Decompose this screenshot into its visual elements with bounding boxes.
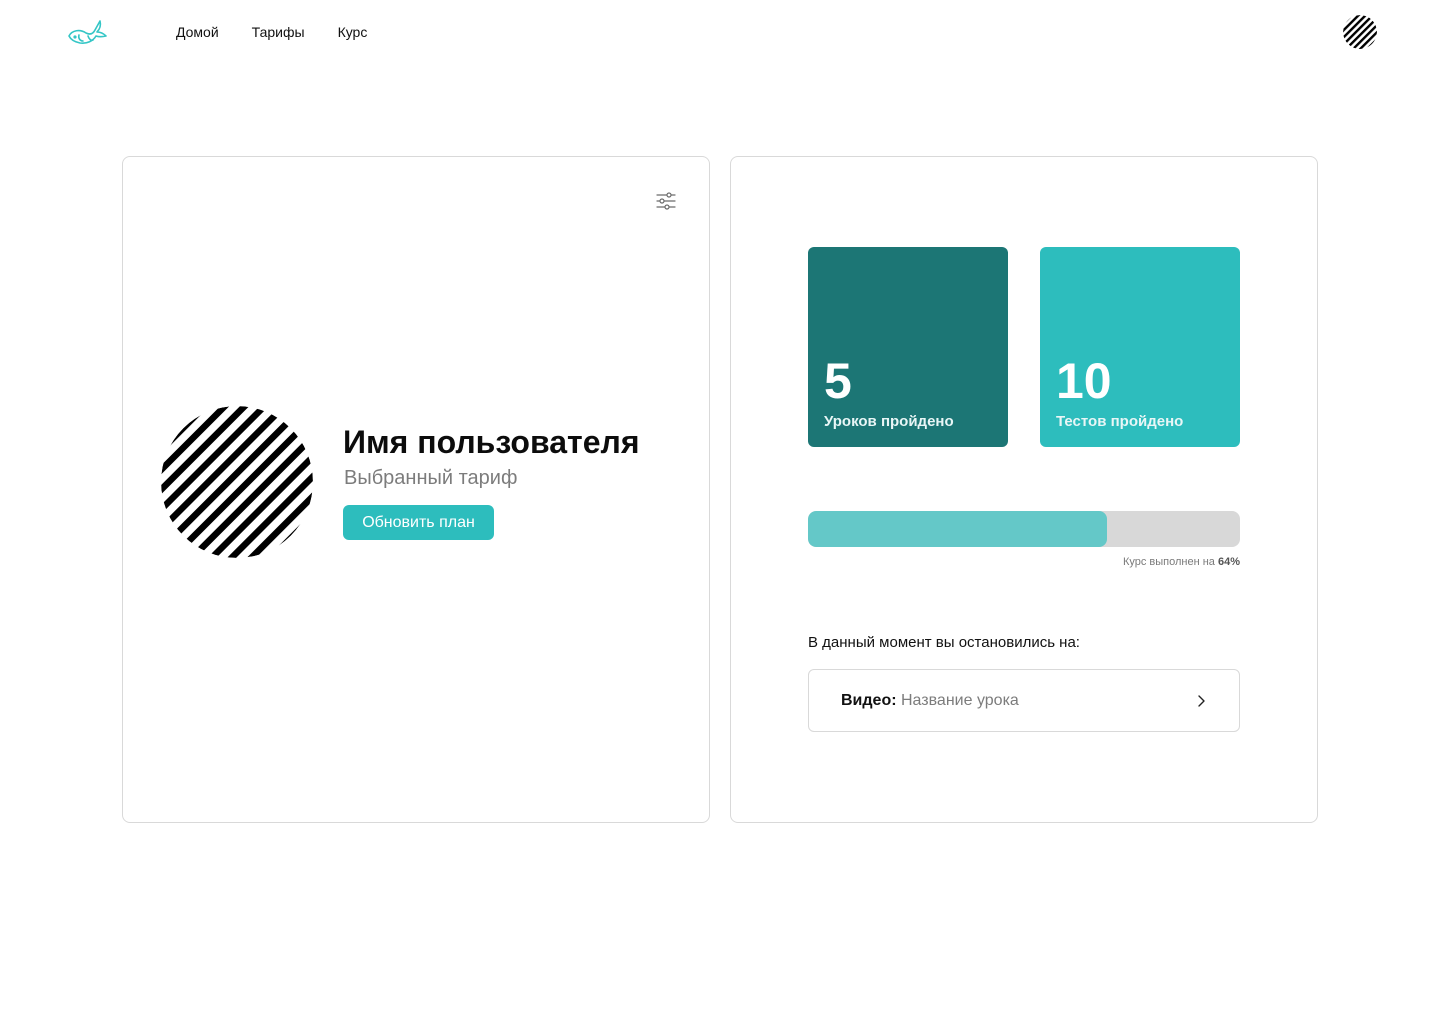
progress-caption-prefix: Курс выполнен на bbox=[1122, 556, 1218, 568]
resume-heading: В данный момент вы остановились на: bbox=[808, 634, 1080, 651]
resume-kind-label: Видео: bbox=[841, 692, 897, 709]
user-plan: Выбранный тариф bbox=[344, 467, 518, 489]
course-progress-fill bbox=[808, 511, 1107, 547]
resume-lesson-link[interactable]: Видео: Название урока bbox=[808, 669, 1240, 732]
progress-percent: 64% bbox=[1217, 556, 1240, 568]
logo-icon[interactable] bbox=[66, 16, 108, 48]
tests-completed-tile: 10 Тестов пройдено bbox=[1040, 247, 1240, 447]
header-avatar[interactable] bbox=[1343, 15, 1377, 49]
top-navbar: Домой Тарифы Курс bbox=[0, 0, 1440, 64]
nav-link-course[interactable]: Курс bbox=[338, 23, 368, 41]
sliders-icon[interactable] bbox=[655, 190, 677, 212]
resume-lesson-text: Видео: Название урока bbox=[841, 691, 1019, 711]
lessons-completed-count: 5 bbox=[824, 353, 852, 409]
user-name: Имя пользователя bbox=[343, 424, 640, 460]
profile-avatar bbox=[161, 406, 313, 558]
tests-completed-label: Тестов пройдено bbox=[1056, 413, 1184, 430]
nav-link-home[interactable]: Домой bbox=[176, 23, 219, 41]
course-progress-caption: Курс выполнен на 64% bbox=[1123, 556, 1240, 568]
upgrade-plan-button[interactable]: Обновить план bbox=[343, 505, 494, 540]
lessons-completed-label: Уроков пройдено bbox=[824, 413, 954, 430]
resume-lesson-name: Название урока bbox=[901, 692, 1019, 709]
tests-completed-count: 10 bbox=[1056, 353, 1112, 409]
course-progress-bar bbox=[808, 511, 1240, 547]
lessons-completed-tile: 5 Уроков пройдено bbox=[808, 247, 1008, 447]
nav-link-tariffs[interactable]: Тарифы bbox=[252, 23, 305, 41]
chevron-right-icon bbox=[1193, 693, 1209, 709]
progress-card: 5 Уроков пройдено 10 Тестов пройдено Кур… bbox=[730, 156, 1318, 823]
main-nav: Домой Тарифы Курс bbox=[176, 23, 367, 41]
profile-card: Имя пользователя Выбранный тариф Обновит… bbox=[122, 156, 710, 823]
